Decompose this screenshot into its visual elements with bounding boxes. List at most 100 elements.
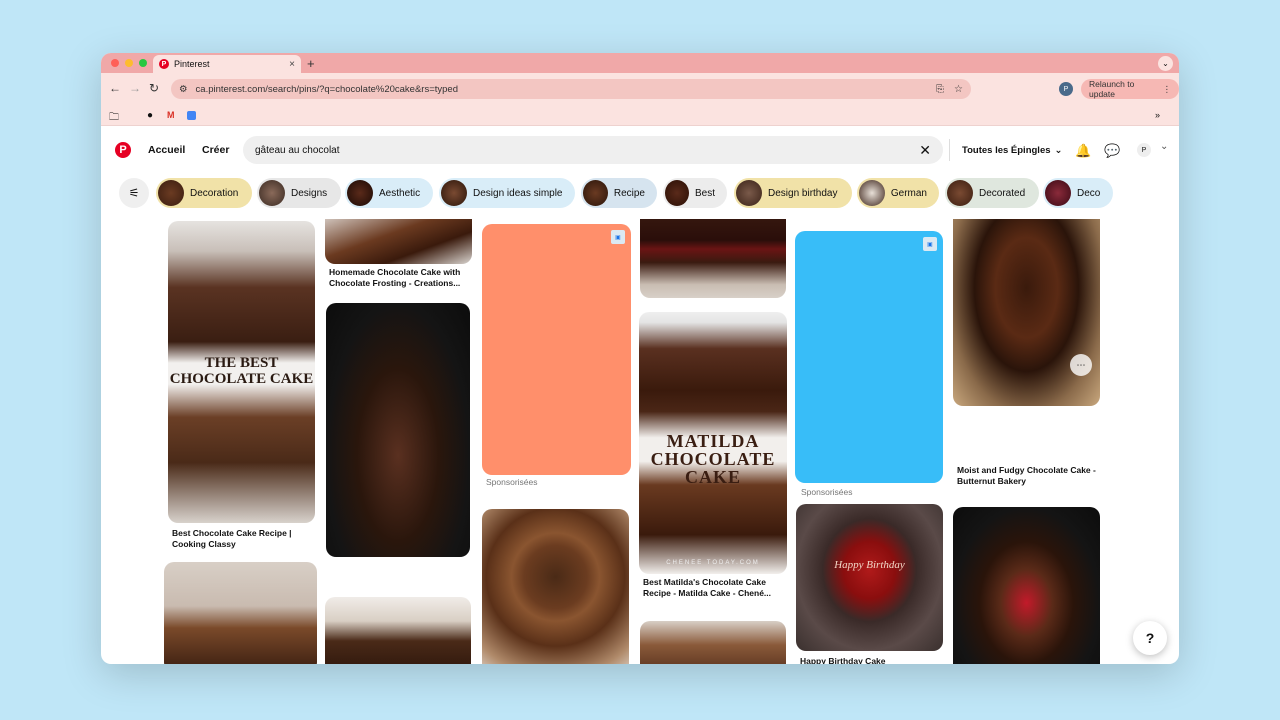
chip-thumbnail	[347, 180, 373, 206]
chip-thumbnail	[947, 180, 973, 206]
address-bar[interactable]: ⚙ ca.pinterest.com/search/pins/?q=chocol…	[171, 79, 971, 99]
gmail-icon[interactable]: M	[167, 110, 175, 120]
pin-sprinkle-cake[interactable]	[325, 597, 471, 664]
ad-badge-icon: ▣	[923, 237, 937, 251]
profile-avatar[interactable]: P	[1059, 82, 1073, 96]
pinterest-header: P Accueil Créer ✕ Toutes les Épingles ⌄ …	[101, 127, 1179, 173]
back-arrow-icon[interactable]: ←	[109, 81, 121, 95]
pin-watermark: CHENEE TODAY.COM	[666, 560, 760, 566]
pin-caption[interactable]: Best Chocolate Cake Recipe | Cooking Cla…	[172, 528, 312, 549]
pin-grid: THE BEST CHOCOLATE CAKE Best Chocolate C…	[101, 219, 1179, 664]
home-link[interactable]: Accueil	[148, 144, 185, 156]
tab-close-icon[interactable]: ×	[289, 59, 295, 70]
site-info-icon[interactable]: ⚙	[179, 84, 188, 95]
pin-overlay-text: CAKE	[684, 467, 741, 487]
pinterest-logo-icon[interactable]: P	[115, 142, 131, 158]
chip-decoration[interactable]: Decoration	[156, 178, 252, 208]
install-app-icon[interactable]: ⎘	[936, 84, 944, 95]
chip-recipe[interactable]: Recipe	[581, 178, 657, 208]
chip-thumbnail	[736, 180, 762, 206]
pin-piped-rosettes-cake[interactable]	[482, 509, 629, 664]
pin-best-chocolate-cake[interactable]: THE BEST CHOCOLATE CAKE	[168, 221, 315, 523]
pin-type-filter-label: Toutes les Épingles	[962, 144, 1051, 156]
chip-best[interactable]: Best	[663, 178, 727, 208]
bookmarks-overflow-icon[interactable]: »	[1155, 110, 1160, 120]
pin-matilda-chocolate-cake[interactable]: MATILDA CHOCOLATE CAKE CHENEE TODAY.COM	[639, 312, 787, 574]
clear-search-icon[interactable]: ✕	[919, 142, 931, 159]
pin-happy-birthday-cake[interactable]: Happy Birthday	[796, 504, 943, 651]
account-chevron-icon[interactable]: ⌄	[1160, 141, 1168, 152]
pin-chocolate-rose-cake[interactable]	[326, 303, 470, 557]
bookmark-star-icon[interactable]: ☆	[954, 84, 963, 95]
relaunch-button[interactable]: Relaunch to update ⋮	[1081, 79, 1179, 99]
chip-label: Aesthetic	[379, 187, 421, 199]
pin-chocolate-cake-slice[interactable]	[640, 219, 786, 298]
pin-chocolate-cake-top[interactable]	[640, 621, 786, 664]
pin-overlay-text: Happy Birthday	[834, 559, 905, 571]
pin-caption[interactable]: Best Matilda's Chocolate Cake Recipe - M…	[643, 577, 785, 598]
pin-overlay-text: CHOCOLATE CAKE	[169, 371, 314, 387]
relaunch-label: Relaunch to update	[1089, 79, 1135, 99]
chip-thumbnail	[583, 180, 608, 206]
chip-label: Best	[694, 187, 715, 199]
tab-strip: P Pinterest × + ⌄	[101, 53, 1179, 73]
chip-german[interactable]: German	[857, 178, 939, 208]
search-input[interactable]	[255, 144, 920, 156]
pin-cake-frosting-swirls[interactable]	[164, 562, 317, 664]
chip-label: Designs	[291, 187, 328, 199]
pin-sponsored-ad-orange[interactable]: ▣	[482, 224, 631, 475]
chip-thumbnail	[259, 180, 285, 206]
folder-icon[interactable]: 🗀	[109, 110, 119, 127]
messages-icon[interactable]: 💬	[1104, 143, 1120, 159]
browser-menu-icon[interactable]: ⋮	[1163, 84, 1172, 95]
pinterest-favicon-icon: P	[159, 59, 169, 69]
pin-overlay-text: CHOCOLATE	[650, 449, 776, 469]
new-tab-button[interactable]: +	[307, 56, 315, 71]
forward-arrow-icon[interactable]: →	[129, 81, 141, 95]
close-window-button[interactable]	[111, 59, 119, 67]
bookmarks-bar: 🗀 ● M »	[101, 106, 1179, 126]
help-button[interactable]: ?	[1133, 621, 1167, 655]
globe-icon[interactable]: ●	[147, 110, 153, 121]
tab-search-button[interactable]: ⌄	[1158, 56, 1173, 71]
pin-caption[interactable]: Homemade Chocolate Cake with Chocolate F…	[329, 267, 473, 288]
url-text[interactable]: ca.pinterest.com/search/pins/?q=chocolat…	[196, 84, 458, 95]
window-controls	[111, 59, 147, 67]
pin-strawberry-chocolate-cake[interactable]	[953, 507, 1100, 664]
chip-label: Deco	[1077, 187, 1101, 199]
chip-design-ideas-simple[interactable]: Design ideas simple	[439, 178, 575, 208]
pin-more-icon[interactable]: ⋯	[1070, 354, 1092, 376]
chip-deco[interactable]: Deco	[1043, 178, 1113, 208]
filters-icon[interactable]: ⚟	[119, 178, 149, 208]
pin-overlay-text: THE BEST	[204, 355, 279, 371]
pin-caption[interactable]: Happy Birthday Cake	[800, 656, 942, 664]
minimize-window-button[interactable]	[125, 59, 133, 67]
chip-label: Decorated	[979, 187, 1026, 199]
browser-window: P Pinterest × + ⌄ ← → ↻ ⚙ ca.pinterest.c…	[101, 53, 1179, 664]
search-bar[interactable]: ✕	[243, 136, 943, 164]
pin-moist-fudgy-cake[interactable]: ⋯	[953, 219, 1100, 406]
browser-tab[interactable]: P Pinterest ×	[153, 55, 301, 73]
pin-sponsored-ad-blue[interactable]: ▣	[795, 231, 943, 483]
create-link[interactable]: Créer	[202, 144, 229, 156]
zoom-window-button[interactable]	[139, 59, 147, 67]
pin-overlay-text: MATILDA	[666, 431, 760, 451]
chip-thumbnail	[859, 180, 885, 206]
chip-decorated[interactable]: Decorated	[945, 178, 1039, 208]
browser-toolbar: ← → ↻ ⚙ ca.pinterest.com/search/pins/?q=…	[101, 73, 1179, 106]
chip-label: Design birthday	[768, 187, 838, 199]
user-avatar[interactable]: P	[1137, 143, 1151, 157]
pin-type-filter[interactable]: Toutes les Épingles ⌄	[949, 136, 1062, 164]
calendar-icon[interactable]	[187, 111, 196, 123]
pin-caption[interactable]: Moist and Fudgy Chocolate Cake - Buttern…	[957, 465, 1099, 486]
chip-design-birthday[interactable]: Design birthday	[734, 178, 852, 208]
chip-aesthetic[interactable]: Aesthetic	[345, 178, 433, 208]
notifications-bell-icon[interactable]: 🔔	[1075, 143, 1091, 159]
chip-label: Recipe	[613, 187, 645, 199]
chip-label: German	[890, 187, 927, 199]
reload-icon[interactable]: ↻	[149, 81, 159, 95]
tab-title: Pinterest	[174, 59, 210, 69]
chip-thumbnail	[441, 180, 467, 206]
pin-homemade-chocolate-cake[interactable]	[325, 219, 472, 264]
chip-designs[interactable]: Designs	[257, 178, 341, 208]
